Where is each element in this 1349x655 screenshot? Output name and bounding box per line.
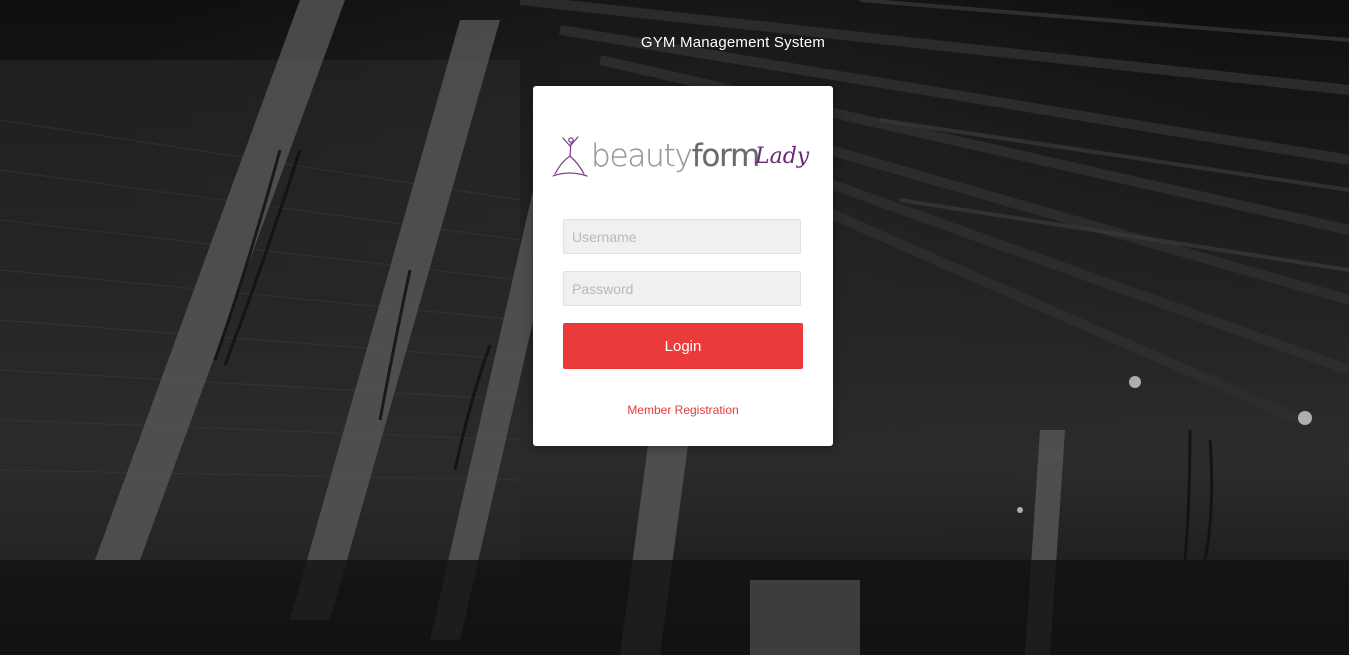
yoga-figure-icon [552,136,588,177]
brand-logo: beautyform Lady [551,134,811,182]
member-registration-link[interactable]: Member Registration [533,403,833,417]
password-input[interactable] [563,271,801,306]
username-input[interactable] [563,219,801,254]
login-button[interactable]: Login [563,323,803,369]
brand-wordmark: beautyform [591,138,761,174]
brand-script: Lady [755,144,810,169]
login-card: beautyform Lady Login Member Registratio… [533,86,833,446]
app-title: GYM Management System [640,34,826,51]
